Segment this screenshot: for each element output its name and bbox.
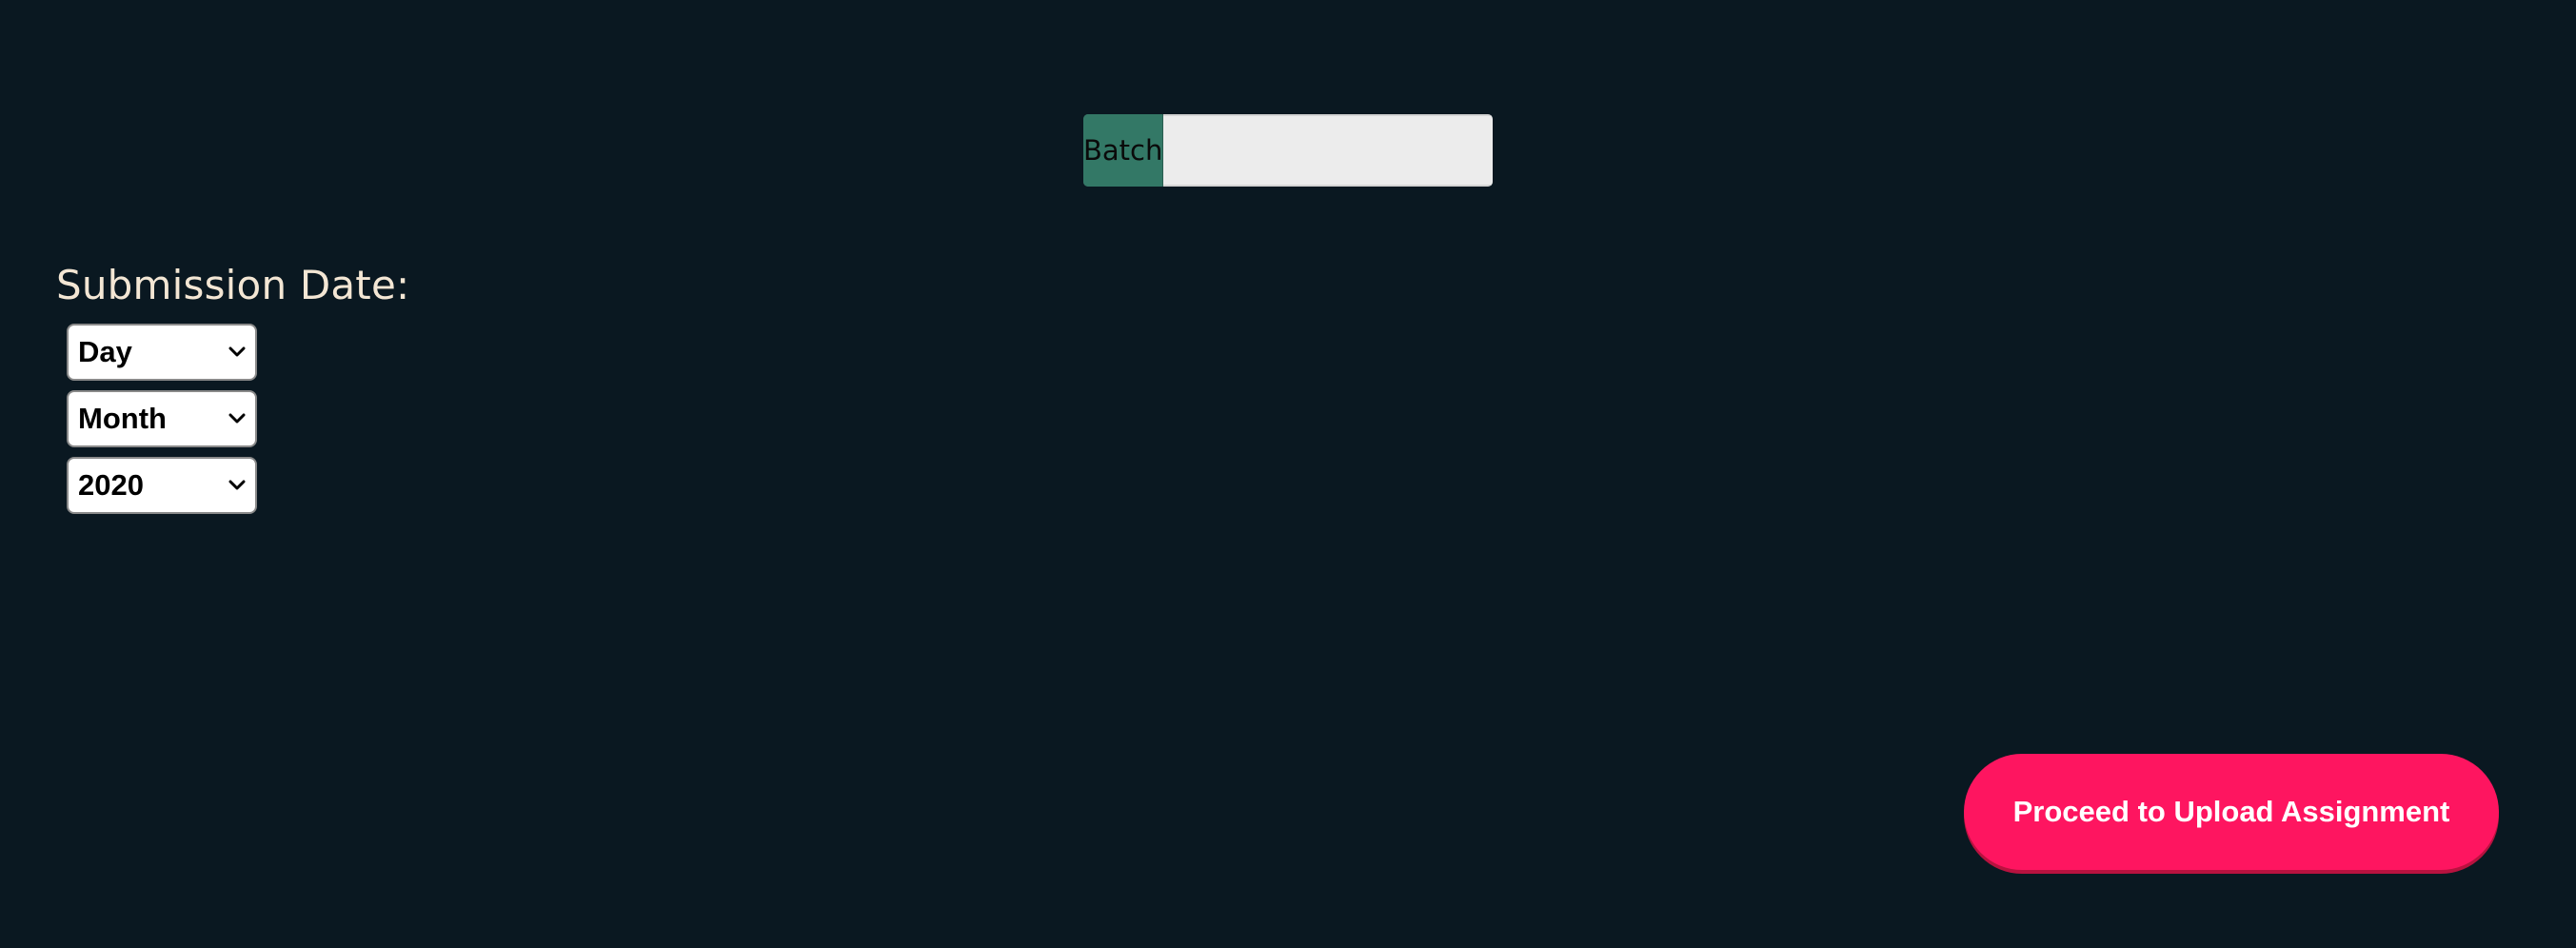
- submission-date-title: Submission Date:: [56, 262, 410, 308]
- year-select-value: 2020: [78, 468, 144, 502]
- year-select[interactable]: 2020: [67, 457, 257, 514]
- month-select[interactable]: Month: [67, 390, 257, 447]
- day-select-value: Day: [78, 335, 132, 368]
- chevron-down-icon: [227, 408, 248, 429]
- batch-input[interactable]: [1163, 114, 1493, 187]
- page: Batch Submission Date: Day Month 2020 Pr…: [0, 0, 2576, 948]
- batch-label: Batch: [1083, 114, 1164, 187]
- batch-input-group: Batch: [1083, 114, 1493, 187]
- chevron-down-icon: [227, 342, 248, 363]
- proceed-to-upload-button[interactable]: Proceed to Upload Assignment: [1964, 754, 2499, 870]
- day-select[interactable]: Day: [67, 324, 257, 381]
- month-select-value: Month: [78, 402, 167, 435]
- proceed-button-label: Proceed to Upload Assignment: [2012, 795, 2450, 828]
- chevron-down-icon: [227, 475, 248, 496]
